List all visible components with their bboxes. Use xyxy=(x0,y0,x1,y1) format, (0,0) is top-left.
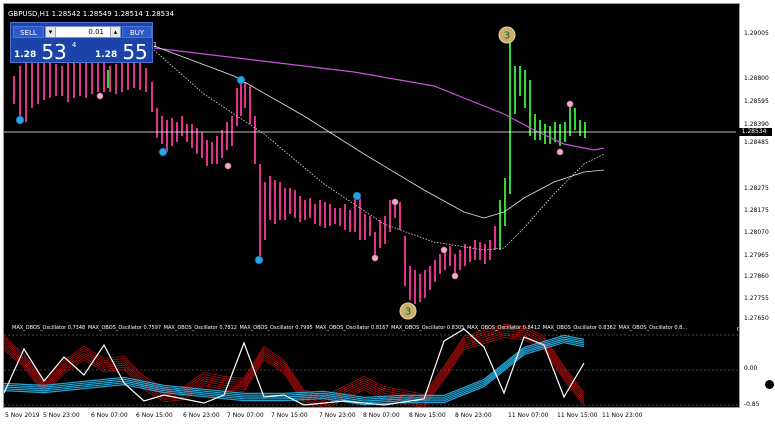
buy-quote-big: 55 xyxy=(122,40,148,64)
time-tick-label: 7 Nov 15:00 xyxy=(271,412,308,419)
blue-signal-dot xyxy=(254,255,264,265)
scroll-dot xyxy=(765,380,774,389)
sell-button[interactable]: SELL xyxy=(13,26,44,38)
oscillator-white-line xyxy=(4,328,585,406)
pink-signal-dot xyxy=(440,246,448,254)
oscillator-label: MAX_OBOS_Oscillator 0.7995 xyxy=(239,325,315,331)
lot-size-field[interactable]: ▾ ▴ xyxy=(45,26,121,38)
time-tick-label: 6 Nov 15:00 xyxy=(136,412,173,419)
oscillator-label: MAX_OBOS_Oscillator 0.8167 xyxy=(315,325,391,331)
time-tick-label: 7 Nov 07:00 xyxy=(227,412,264,419)
blue-signal-dot xyxy=(15,115,25,125)
oscillator-label: MAX_OBOS_Oscillator 0.8362 xyxy=(542,325,618,331)
time-tick-label: 8 Nov 23:00 xyxy=(455,412,492,419)
pink-signal-dot xyxy=(224,162,232,170)
wave-marker-label: 3 xyxy=(405,307,411,318)
price-tick-label: 1.27650 xyxy=(744,315,769,322)
lot-size-input[interactable] xyxy=(58,27,104,37)
time-tick-label: 11 Nov 15:00 xyxy=(557,412,598,419)
time-tick-label: 11 Nov 07:00 xyxy=(508,412,549,419)
one-click-trading-panel: SELL ▾ ▴ BUY 1.28 53 4 1.28 55 1 xyxy=(10,22,157,64)
time-axis[interactable]: 5 Nov 2019 5 Nov 23:00 6 Nov 07:00 6 Nov 15… xyxy=(3,408,740,432)
oscillator-label: MAX_OBOS_Oscillator 0.8412 xyxy=(466,325,542,331)
oscillator-label: MAX_OBOS_Oscillator 0.7348 xyxy=(12,325,87,331)
blue-signal-dot xyxy=(236,75,246,85)
blue-signal-dot xyxy=(158,147,168,157)
blue-signal-dot xyxy=(352,191,362,201)
oscillator-label: MAX_OBOS_Oscillator 0.7812 xyxy=(163,325,239,331)
chart-window[interactable]: GBPUSD,H1 1.28542 1.28549 1.28514 1.2853… xyxy=(3,3,740,408)
chart-header: GBPUSD,H1 1.28542 1.28549 1.28514 1.2853… xyxy=(8,10,175,18)
oscillator-blue-line xyxy=(4,336,585,400)
sell-quote[interactable]: 1.28 53 4 xyxy=(14,40,77,64)
wave-marker-label: 3 xyxy=(504,31,510,42)
price-level-label: 1.28485 xyxy=(744,139,769,146)
pink-signal-dot xyxy=(566,100,574,108)
oscillator-label: MAX_OBOS_Oscillator 0.7597 xyxy=(87,325,163,331)
price-tick-label: 1.28070 xyxy=(744,229,769,236)
price-tick-label: 1.28800 xyxy=(744,75,769,82)
price-tick-label: 1.28275 xyxy=(744,185,769,192)
oscillator-axis-label: 0.00 xyxy=(744,365,758,372)
time-tick-label: 6 Nov 07:00 xyxy=(91,412,128,419)
time-tick-label: 5 Nov 23:00 xyxy=(43,412,80,419)
current-price-label: 1.28534 xyxy=(736,128,772,136)
time-tick-label: 11 Nov 23:00 xyxy=(602,412,643,419)
pink-signal-dot xyxy=(391,198,399,206)
sell-quote-prefix: 1.28 xyxy=(14,50,37,60)
price-tick-label: 1.27860 xyxy=(744,273,769,280)
price-tick-label: 1.28595 xyxy=(744,98,769,105)
price-tick-label: 1.29005 xyxy=(744,30,769,37)
oscillator-chart[interactable] xyxy=(4,323,740,408)
time-tick-label: 8 Nov 15:00 xyxy=(409,412,446,419)
time-tick-label: 6 Nov 23:00 xyxy=(183,412,220,419)
oscillator-red-line xyxy=(4,330,585,404)
lot-decrease-icon[interactable]: ▾ xyxy=(46,27,56,37)
oscillator-axis-label: -0.85 xyxy=(744,401,760,408)
oscillator-label: MAX_OBOS_Oscillator 0.8305 xyxy=(391,325,466,331)
price-tick-label: 1.27965 xyxy=(744,252,769,259)
pink-signal-dot xyxy=(96,92,104,100)
pink-signal-dot xyxy=(371,254,379,262)
time-tick-label: 7 Nov 23:00 xyxy=(319,412,356,419)
pink-signal-dot xyxy=(451,272,459,280)
pink-signal-dot xyxy=(556,148,564,156)
price-tick-label: 1.27755 xyxy=(744,295,769,302)
time-tick-label: 8 Nov 07:00 xyxy=(363,412,400,419)
price-tick-label: 1.28175 xyxy=(744,207,769,214)
buy-quote-prefix: 1.28 xyxy=(95,50,118,60)
buy-quote[interactable]: 1.28 55 1 xyxy=(95,40,158,64)
oscillator-label: MAX_OBOS_Oscillator 0.8... xyxy=(618,325,688,331)
price-axis[interactable]: 1.29005 1.28800 1.28595 1.28390 1.28275 1.281… xyxy=(736,3,775,409)
buy-quote-sup: 1 xyxy=(152,41,158,49)
buy-button[interactable]: BUY xyxy=(122,26,152,38)
lot-increase-icon[interactable]: ▴ xyxy=(110,27,120,37)
time-tick-label: 5 Nov 2019 xyxy=(5,412,40,419)
oscillator-label-row: MAX_OBOS_Oscillator 0.7348 MAX_OBOS_Osci… xyxy=(12,324,739,333)
sell-quote-big: 53 xyxy=(41,40,67,64)
sell-quote-sup: 4 xyxy=(71,41,77,49)
